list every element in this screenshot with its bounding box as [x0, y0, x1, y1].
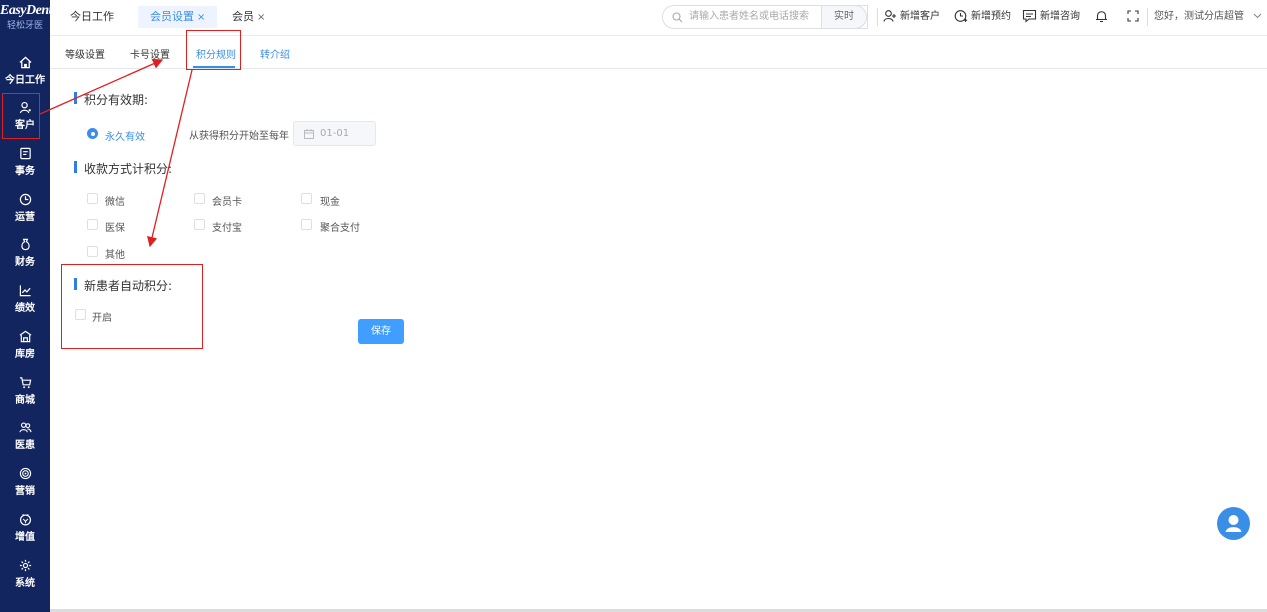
checkbox-aggregate-pay[interactable]: [301, 219, 312, 230]
sidebar-item-marketing[interactable]: 营销: [0, 461, 50, 505]
sidebar-item-label: 库房: [15, 349, 35, 360]
sidebar-item-label: 系统: [15, 578, 35, 589]
greeting-label: 您好，测试分店超管: [1154, 11, 1244, 22]
checkbox-other-label[interactable]: 其他: [105, 246, 125, 261]
new-customer-label: 新增客户: [900, 11, 940, 22]
add-user-icon: [883, 10, 896, 22]
sidebar-item-finance[interactable]: 财务: [0, 232, 50, 276]
sidebar-item-label: 今日工作: [5, 75, 45, 86]
coin-icon: [19, 513, 31, 526]
message-icon: [1022, 9, 1037, 23]
points-validity-title: 积分有效期:: [74, 91, 148, 108]
divider: [877, 8, 878, 26]
search-placeholder: 请输入患者姓名或电话搜索: [689, 11, 809, 22]
highlight-box-points-tab: [186, 30, 241, 70]
line-chart-icon: [19, 285, 31, 297]
sidebar-item-mall[interactable]: 商城: [0, 370, 50, 414]
checkbox-cash-label[interactable]: 现金: [320, 193, 340, 208]
sidebar-item-warehouse[interactable]: 库房: [0, 324, 50, 368]
bell-icon: [1096, 11, 1107, 23]
sidebar-item-doctor-patient[interactable]: 医患: [0, 415, 50, 459]
close-icon[interactable]: ×: [257, 12, 265, 23]
radio-permanent[interactable]: [87, 128, 98, 139]
tab-card-number-settings[interactable]: 卡号设置: [130, 46, 170, 61]
user-menu[interactable]: 您好，测试分店超管: [1154, 9, 1265, 27]
checkbox-aggregate-pay-label[interactable]: 聚合支付: [320, 219, 360, 234]
checkbox-other[interactable]: [87, 246, 98, 257]
new-consult-button[interactable]: 新增咨询: [1022, 9, 1080, 27]
new-consult-label: 新增咨询: [1040, 11, 1080, 22]
sidebar-item-value-added[interactable]: 增值: [0, 507, 50, 551]
tab-today-work[interactable]: 今日工作: [58, 6, 126, 28]
sidebar-item-label: 增值: [15, 532, 35, 543]
add-clock-icon: [954, 10, 968, 22]
radio-yearly-label[interactable]: 从获得积分开始至每年: [189, 127, 289, 142]
people-icon: [18, 422, 32, 433]
new-customer-button[interactable]: 新增客户: [883, 9, 940, 27]
divider: [1147, 8, 1148, 26]
sidebar-item-label: 事务: [15, 166, 35, 177]
checkbox-member-card-label[interactable]: 会员卡: [212, 193, 242, 208]
highlight-box-customer: [2, 93, 40, 139]
sidebar-item-operations[interactable]: 运营: [0, 187, 50, 231]
tab-referral[interactable]: 转介绍: [260, 46, 290, 61]
sidebar-item-label: 营销: [15, 486, 35, 497]
checkbox-cash[interactable]: [301, 193, 312, 204]
save-button[interactable]: 保存: [358, 319, 404, 344]
target-icon: [19, 467, 31, 480]
new-appointment-label: 新增预约: [971, 11, 1011, 22]
sidebar: EasyDent 轻松牙医 今日工作 客户 事务 运营 财务 绩效 库房 商城 …: [0, 0, 53, 612]
arrow-tab-to-section: [147, 69, 193, 248]
checkbox-medical-insurance[interactable]: [87, 219, 98, 230]
sidebar-item-today-work[interactable]: 今日工作: [0, 50, 50, 94]
checkbox-wechat[interactable]: [87, 193, 98, 204]
tab-label: 会员设置: [150, 10, 194, 23]
tab-level-settings[interactable]: 等级设置: [65, 46, 105, 61]
sidebar-item-system[interactable]: 系统: [0, 553, 50, 597]
logo-brand: EasyDent: [0, 3, 53, 18]
sidebar-item-performance[interactable]: 绩效: [0, 278, 50, 322]
warehouse-icon: [19, 330, 31, 343]
sidebar-item-label: 商城: [15, 395, 35, 406]
checkbox-alipay[interactable]: [194, 219, 205, 230]
fullscreen-icon: [1127, 10, 1139, 22]
expiry-date-value: 01-01: [320, 128, 350, 139]
sidebar-item-label: 绩效: [15, 303, 35, 314]
cart-icon: [19, 377, 31, 389]
logo-tagline: 轻松牙医: [6, 21, 43, 31]
fullscreen-button[interactable]: [1127, 9, 1142, 27]
checkbox-wechat-label[interactable]: 微信: [105, 193, 125, 208]
home-icon: [18, 56, 32, 69]
tab-label: 会员: [232, 10, 254, 23]
search-icon: [672, 12, 683, 23]
support-button[interactable]: [1217, 507, 1250, 540]
gear-icon: [19, 559, 31, 572]
checkbox-member-card[interactable]: [194, 193, 205, 204]
tab-member-settings[interactable]: 会员设置 ×: [138, 6, 218, 28]
sidebar-item-label: 医患: [15, 440, 35, 451]
sidebar-item-affairs[interactable]: 事务: [0, 141, 50, 185]
tab-member[interactable]: 会员 ×: [220, 6, 277, 28]
avatar-icon: [1225, 515, 1242, 532]
checkbox-alipay-label[interactable]: 支付宝: [212, 219, 242, 234]
clipboard-icon: [19, 147, 31, 160]
clock-icon: [19, 193, 31, 206]
tab-label: 今日工作: [70, 10, 114, 23]
checkbox-medical-insurance-label[interactable]: 医保: [105, 219, 125, 234]
logo[interactable]: EasyDent 轻松牙医: [0, 0, 53, 36]
expiry-date-picker[interactable]: 01-01: [293, 121, 376, 146]
new-appointment-button[interactable]: 新增预约: [954, 9, 1011, 27]
radio-permanent-label[interactable]: 永久有效: [105, 128, 145, 143]
sidebar-item-label: 财务: [15, 257, 35, 268]
money-bag-icon: [20, 238, 30, 251]
calendar-icon: [304, 129, 314, 139]
chevron-down-icon: [1253, 13, 1262, 19]
highlight-box-new-patient: [61, 264, 203, 349]
payment-methods-title: 收款方式计积分:: [74, 160, 172, 177]
sidebar-item-label: 运营: [15, 212, 35, 223]
close-icon[interactable]: ×: [197, 12, 205, 23]
notification-button[interactable]: [1095, 9, 1111, 27]
realtime-search-button[interactable]: 实时: [821, 5, 867, 29]
